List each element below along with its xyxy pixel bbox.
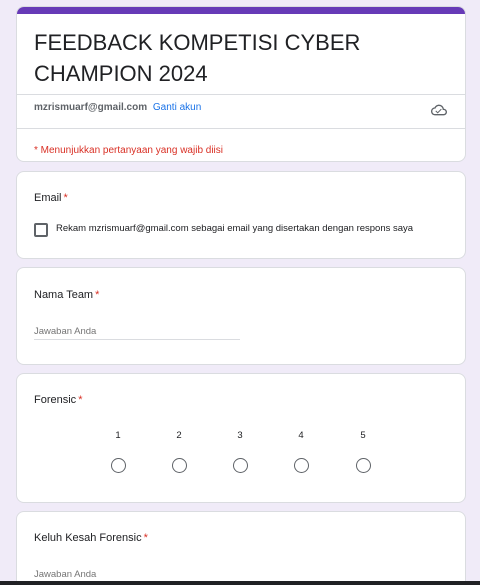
email-question-title: Email *	[34, 192, 68, 204]
scale-radio-5[interactable]	[356, 458, 371, 473]
header-accent-bar	[17, 7, 465, 14]
scale-radio-1[interactable]	[111, 458, 126, 473]
switch-account-link[interactable]: Ganti akun	[153, 102, 201, 113]
team-question-card: Nama Team *	[16, 267, 466, 365]
form-page: FEEDBACK KOMPETISI CYBER CHAMPION 2024 m…	[0, 0, 480, 585]
team-name-input[interactable]	[34, 324, 240, 340]
forensic-complaint-question-card: Keluh Kesah Forensic *	[16, 511, 466, 585]
record-email-checkbox-label[interactable]: Rekam mzrismuarf@gmail.com sebagai email…	[56, 223, 413, 234]
record-email-checkbox[interactable]	[34, 223, 48, 237]
scale-radio-2[interactable]	[172, 458, 187, 473]
forensic-question-title: Forensic *	[34, 394, 82, 406]
required-asterisk: *	[143, 532, 148, 544]
required-asterisk: *	[95, 289, 100, 301]
header-divider	[17, 94, 465, 95]
scale-label-3: 3	[237, 430, 243, 441]
forensic-question-card: Forensic * 1 2 3 4 5	[16, 373, 466, 503]
required-asterisk: *	[78, 394, 83, 406]
form-title: FEEDBACK KOMPETISI CYBER CHAMPION 2024	[34, 30, 361, 86]
account-email: mzrismuarf@gmail.com	[34, 102, 148, 113]
cloud-saved-icon	[431, 104, 447, 116]
scale-radio-4[interactable]	[294, 458, 309, 473]
required-asterisk: *	[63, 192, 68, 204]
team-question-label: Nama Team	[34, 289, 94, 301]
team-question-title: Nama Team *	[34, 289, 99, 301]
forensic-complaint-question-title: Keluh Kesah Forensic *	[34, 532, 148, 544]
scale-label-4: 4	[298, 430, 304, 441]
email-question-label: Email	[34, 192, 62, 204]
forensic-complaint-question-label: Keluh Kesah Forensic	[34, 532, 142, 544]
form-header-card: FEEDBACK KOMPETISI CYBER CHAMPION 2024 m…	[16, 6, 466, 162]
scale-label-1: 1	[115, 430, 121, 441]
header-divider-2	[17, 128, 465, 129]
account-row: mzrismuarf@gmail.com Ganti akun	[34, 102, 201, 113]
required-note: * Menunjukkan pertanyaan yang wajib diis…	[34, 145, 224, 156]
scale-label-2: 2	[176, 430, 182, 441]
email-question-card: Email * Rekam mzrismuarf@gmail.com sebaga…	[16, 171, 466, 259]
forensic-question-label: Forensic	[34, 394, 77, 406]
scale-label-5: 5	[360, 430, 366, 441]
scale-radio-3[interactable]	[233, 458, 248, 473]
bottom-edge-bar	[0, 581, 480, 585]
